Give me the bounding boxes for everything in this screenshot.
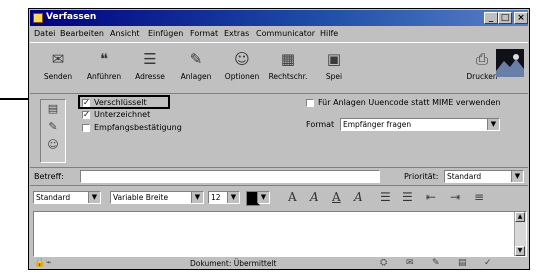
send-button[interactable]: ✉ Senden	[36, 47, 80, 89]
maximize-button[interactable]: □	[498, 12, 512, 24]
chevron-down-icon: ▼	[511, 171, 523, 182]
options-icon: ☺	[234, 50, 250, 68]
chevron-down-icon: ▼	[227, 192, 239, 203]
options-tab-icon[interactable]: ☺	[41, 136, 65, 154]
formatting-toolbar: Standard ▼ Variable Breite ▼ 12 ▼ ▼ A A …	[30, 187, 528, 207]
priority-label: Priorität:	[404, 172, 439, 181]
chevron-down-icon: ▼	[257, 192, 269, 203]
menu-extras[interactable]: Extras	[224, 29, 249, 38]
save-icon: ▣	[326, 50, 342, 68]
composer-icon[interactable]: ✎	[432, 258, 440, 268]
netscape-logo	[496, 49, 524, 77]
paragraph-style-select[interactable]: Standard ▼	[33, 191, 101, 204]
quote-icon: ❝	[99, 50, 109, 68]
panel-tab-strip: ▤ ✎ ☺	[40, 99, 66, 163]
address-tab-icon[interactable]: ▤	[41, 100, 65, 118]
indent-icon[interactable]: ⇥	[450, 190, 460, 204]
encrypted-checkbox[interactable]: ✓	[82, 98, 90, 107]
menu-hilfe[interactable]: Hilfe	[320, 29, 338, 38]
status-bar: 🔒 ⌁ Dokument: Übermittelt ⛭ ✉ ✎ ▤ ✓	[30, 258, 528, 269]
uuencode-option[interactable]: Für Anlagen Uuencode statt MIME verwende…	[306, 98, 500, 107]
quote-button[interactable]: ❝ Anführen	[82, 47, 126, 89]
priority-select[interactable]: Standard ▼	[444, 170, 524, 183]
subject-label: Betreff:	[34, 172, 64, 181]
address-icon: ☰	[143, 50, 157, 68]
logo-graphic	[496, 49, 524, 77]
menu-datei[interactable]: Datei	[34, 29, 55, 38]
encrypted-option[interactable]: ✓ Verschlüsselt	[82, 98, 147, 107]
minimize-button[interactable]: _	[484, 12, 498, 24]
font-select[interactable]: Variable Breite ▼	[110, 191, 204, 204]
options-button[interactable]: ☺ Optionen	[220, 47, 264, 89]
spelling-button[interactable]: ▦ Rechtschr.	[266, 47, 310, 89]
chevron-down-icon: ▼	[191, 192, 203, 203]
format-select[interactable]: Empfänger fragen ▼	[340, 118, 500, 131]
mail-icon[interactable]: ✉	[406, 258, 414, 268]
numbered-list-icon[interactable]: ☰	[402, 190, 413, 204]
main-toolbar: ✉ Senden ❝ Anführen ☰ Adresse ✎ Anlagen …	[30, 42, 528, 94]
scroll-up-icon[interactable]: ▲	[515, 212, 525, 222]
print-icon: ⎙	[475, 50, 488, 68]
attach-button[interactable]: ✎ Anlagen	[174, 47, 218, 89]
outdent-icon[interactable]: ⇤	[426, 190, 436, 204]
align-icon[interactable]: ≡	[474, 190, 484, 204]
spelling-icon: ▦	[280, 50, 296, 68]
receipt-checkbox[interactable]	[82, 123, 90, 132]
underline-icon[interactable]: A	[332, 190, 341, 204]
options-panel: ▤ ✎ ☺ ✓ Verschlüsselt ✓ Unterzeichnet Em…	[30, 93, 528, 168]
attachment-tab-icon[interactable]: ✎	[41, 118, 65, 136]
status-text: Dokument: Übermittelt	[190, 259, 277, 268]
signed-option[interactable]: ✓ Unterzeichnet	[82, 110, 150, 119]
text-color-dropdown[interactable]: ▼	[257, 191, 270, 204]
chevron-down-icon: ▼	[487, 119, 499, 130]
clear-styles-icon[interactable]: A	[354, 190, 363, 204]
subject-row: Betreff: Priorität: Standard ▼	[30, 169, 528, 186]
subject-input[interactable]	[80, 170, 380, 183]
online-status-icon: ⌁	[46, 258, 52, 268]
title-bar: Verfassen _ □ ×	[30, 10, 528, 26]
attach-icon: ✎	[189, 50, 203, 68]
decrease-size-icon[interactable]: A	[288, 190, 297, 204]
security-lock-icon[interactable]: 🔒	[34, 258, 45, 268]
menu-communicator[interactable]: Communicator	[256, 29, 315, 38]
message-body-editor[interactable]: ▲ ▼	[33, 211, 527, 257]
save-button[interactable]: ▣ Spei	[312, 47, 356, 89]
scroll-down-icon[interactable]: ▼	[515, 246, 525, 256]
send-icon: ✉	[51, 50, 65, 68]
discussions-icon[interactable]: ▤	[458, 258, 467, 268]
vertical-scrollbar[interactable]: ▲ ▼	[514, 212, 526, 256]
addressbook-icon[interactable]: ✓	[484, 258, 492, 268]
compose-window: Verfassen _ □ × Datei Bearbeiten Ansicht…	[28, 8, 530, 270]
uuencode-checkbox[interactable]	[306, 98, 314, 107]
signed-checkbox[interactable]: ✓	[82, 110, 90, 119]
bullet-list-icon[interactable]: ☰	[380, 190, 391, 204]
menu-einfuegen[interactable]: Einfügen	[148, 29, 183, 38]
window-title: Verfassen	[46, 12, 97, 22]
address-button[interactable]: ☰ Adresse	[128, 47, 172, 89]
app-icon	[33, 13, 43, 23]
chevron-down-icon: ▼	[88, 192, 100, 203]
close-button[interactable]: ×	[514, 12, 528, 24]
menu-bearbeiten[interactable]: Bearbeiten	[60, 29, 104, 38]
menu-bar: Datei Bearbeiten Ansicht Einfügen Format…	[30, 27, 528, 41]
format-label: Format	[306, 120, 335, 129]
navigator-icon[interactable]: ⛭	[380, 258, 387, 268]
italic-icon[interactable]: A	[310, 190, 319, 204]
menu-format[interactable]: Format	[190, 29, 218, 38]
font-size-select[interactable]: 12 ▼	[208, 191, 240, 204]
menu-ansicht[interactable]: Ansicht	[110, 29, 140, 38]
receipt-option[interactable]: Empfangsbestätigung	[82, 123, 182, 132]
